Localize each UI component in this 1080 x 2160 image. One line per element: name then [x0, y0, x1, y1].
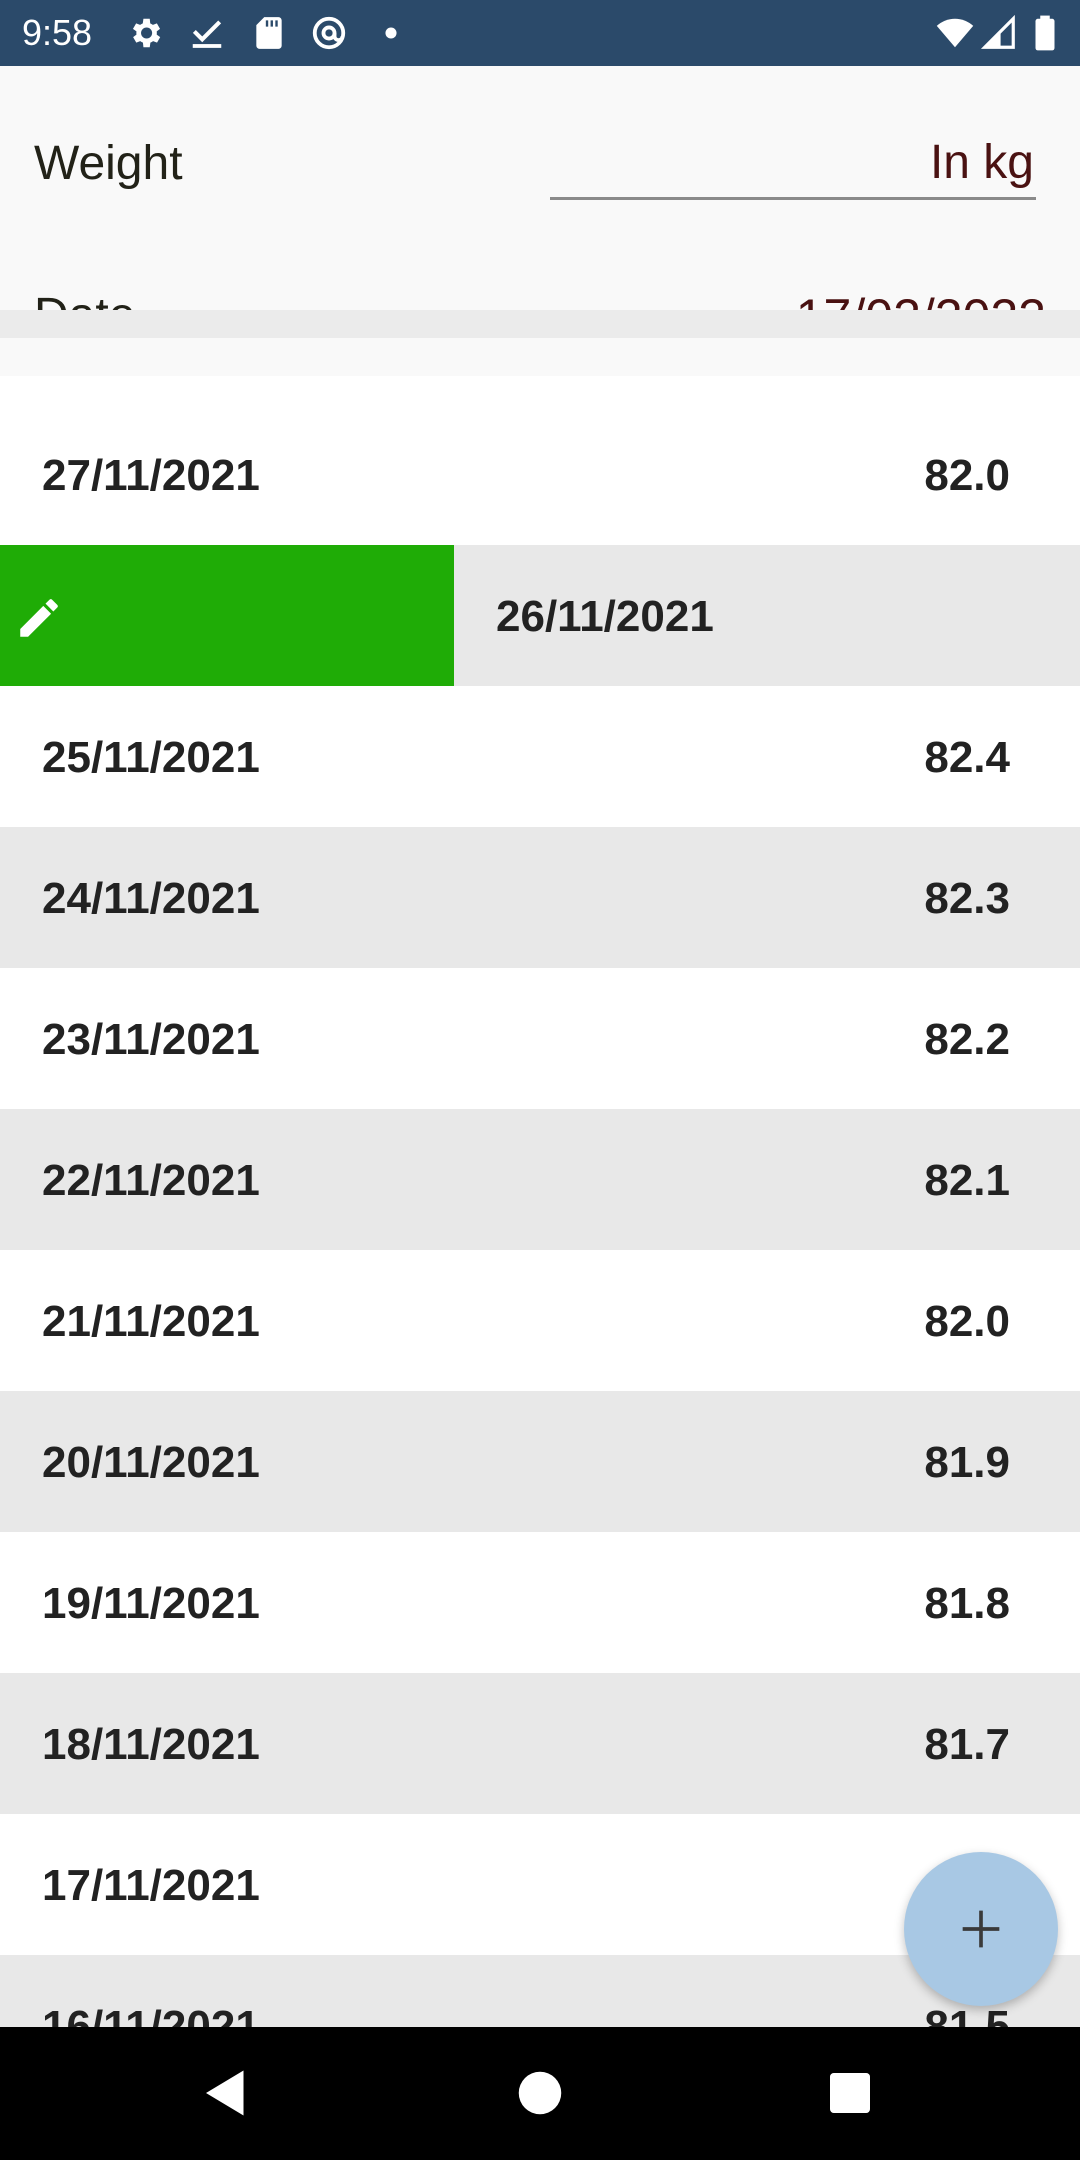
weight-label: Weight — [34, 137, 183, 190]
entry-weight: 81.7 — [924, 1720, 1010, 1769]
entry-date: 23/11/2021 — [42, 1015, 260, 1064]
entry-date: 24/11/2021 — [42, 874, 260, 923]
entry-date: 18/11/2021 — [42, 1720, 260, 1769]
home-icon[interactable] — [510, 2063, 570, 2123]
entry-date: 22/11/2021 — [42, 1156, 260, 1205]
entry-weight: 81.5 — [924, 2002, 1010, 2027]
entry-weight: 82.2 — [924, 1015, 1010, 1064]
entry-weight: 82.4 — [924, 733, 1010, 782]
entry-weight: 82.1 — [924, 1156, 1010, 1205]
list-item[interactable]: 20/11/2021 81.9 — [0, 1391, 1080, 1532]
entry-date: 19/11/2021 — [42, 1579, 260, 1628]
add-entry-button[interactable] — [904, 1852, 1058, 2006]
entry-date: 20/11/2021 — [42, 1438, 260, 1487]
swiped-row-content[interactable]: 26/11/2021 — [454, 545, 1080, 686]
plus-icon — [962, 1910, 1000, 1948]
status-bar: 9:58 — [0, 0, 1080, 66]
weight-entries-list[interactable]: 27/11/2021 82.0 26/11/2021 25/11/2021 82… — [0, 404, 1080, 2027]
entry-date: 16/11/2021 — [42, 2002, 260, 2027]
entry-weight: 82.3 — [924, 874, 1010, 923]
check-icon — [188, 14, 226, 52]
navigation-bar — [0, 2027, 1080, 2160]
at-icon — [310, 14, 348, 52]
back-icon[interactable] — [196, 2063, 256, 2123]
list-item[interactable]: 18/11/2021 81.7 — [0, 1673, 1080, 1814]
wifi-icon — [936, 14, 974, 52]
entry-weight: 82.0 — [924, 1297, 1010, 1346]
list-item-swiped[interactable]: 26/11/2021 — [0, 545, 1080, 686]
dot-icon — [372, 14, 410, 52]
list-item[interactable]: 23/11/2021 82.2 — [0, 968, 1080, 1109]
entry-weight: 81.8 — [924, 1579, 1010, 1628]
list-item[interactable]: 27/11/2021 82.0 — [0, 404, 1080, 545]
list-item[interactable]: 22/11/2021 82.1 — [0, 1109, 1080, 1250]
header-divider — [0, 310, 1080, 338]
pencil-icon — [20, 599, 58, 637]
list-item[interactable]: 24/11/2021 82.3 — [0, 827, 1080, 968]
entry-date: 21/11/2021 — [42, 1297, 260, 1346]
entry-date: 25/11/2021 — [42, 733, 260, 782]
list-item[interactable]: 19/11/2021 81.8 — [0, 1532, 1080, 1673]
signal-icon — [980, 14, 1018, 52]
battery-icon — [1030, 14, 1060, 52]
edit-action-button[interactable] — [0, 545, 454, 686]
status-time: 9:58 — [22, 12, 93, 53]
list-item[interactable]: 21/11/2021 82.0 — [0, 1250, 1080, 1391]
list-item[interactable]: 25/11/2021 82.4 — [0, 686, 1080, 827]
sd-card-icon — [250, 14, 288, 52]
weight-input[interactable] — [550, 128, 1036, 200]
entry-date: 17/11/2021 — [42, 1861, 260, 1910]
entry-date: 26/11/2021 — [496, 592, 714, 641]
gear-icon — [126, 14, 164, 52]
entry-date: 27/11/2021 — [42, 451, 260, 500]
recents-icon[interactable] — [820, 2063, 880, 2123]
entry-weight: 82.0 — [924, 451, 1010, 500]
entry-weight: 81.9 — [924, 1438, 1010, 1487]
